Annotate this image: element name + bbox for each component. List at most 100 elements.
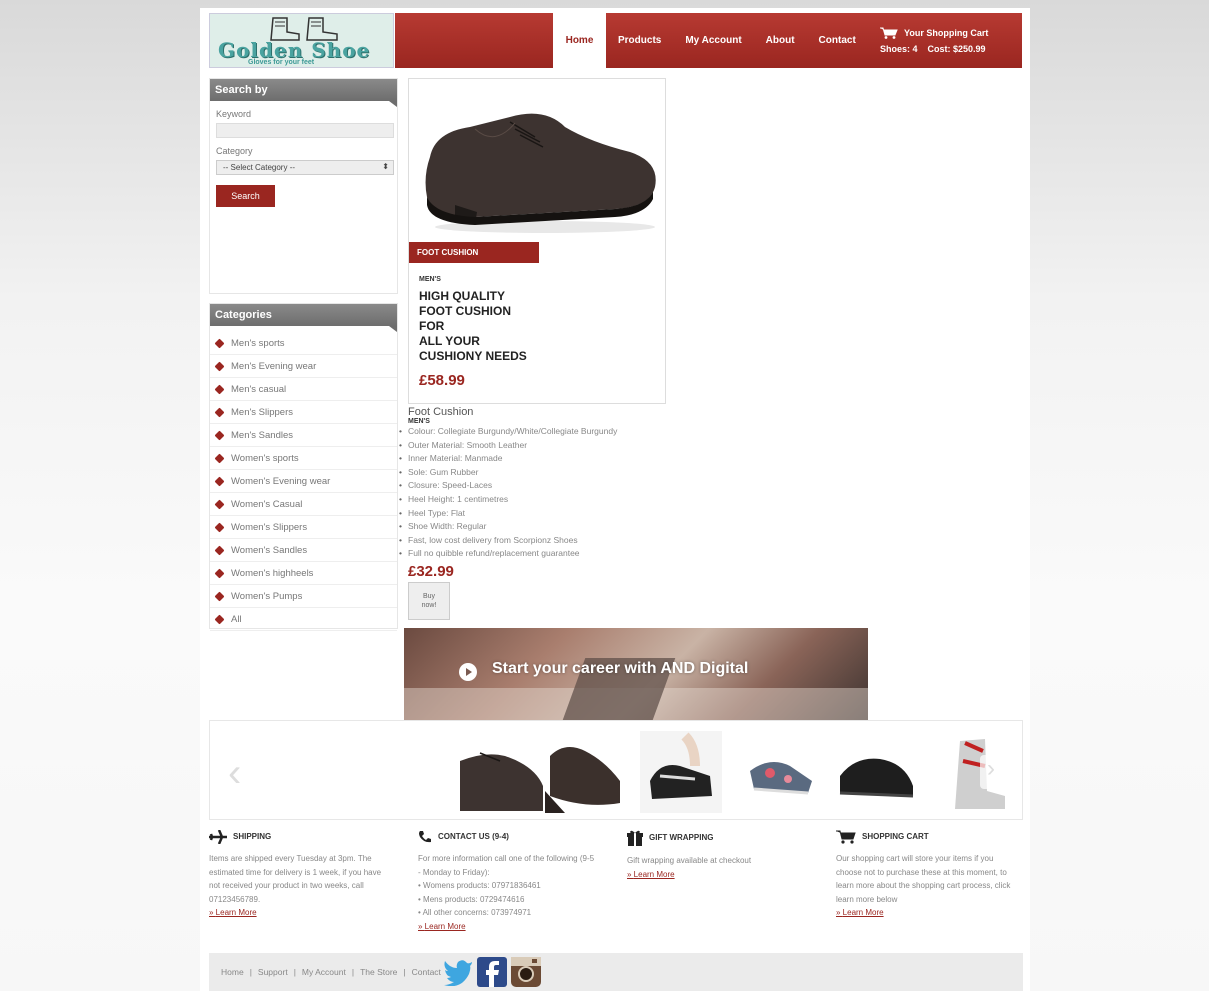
carousel-thumb-4[interactable] [740, 731, 822, 813]
category-item[interactable]: Women's Evening wear [210, 470, 397, 493]
details-gender: MEN'S [408, 418, 430, 425]
cart-icon [880, 27, 898, 39]
facebook-icon[interactable] [476, 957, 507, 987]
product-badge: FOOT CUSHION [409, 242, 539, 263]
video-title: Start your career with AND Digital [492, 660, 749, 677]
cart-summary: Shoes: 4 Cost: $250.99 [880, 44, 986, 54]
twitter-icon[interactable] [443, 958, 473, 986]
footer-link-support[interactable]: Support [258, 967, 288, 977]
info-shipping: SHIPPING Items are shipped every Tuesday… [209, 830, 394, 920]
gift-learn-more[interactable]: Learn More [627, 868, 807, 882]
shopping-cart-icon [836, 830, 856, 844]
category-label: Women's sports [231, 452, 299, 464]
shipping-heading: SHIPPING [233, 832, 272, 842]
nav-home[interactable]: Home [553, 13, 606, 68]
nav-contact[interactable]: Contact [819, 35, 856, 46]
info-cart: SHOPPING CART Our shopping cart will sto… [836, 830, 1021, 920]
buy-now-button[interactable]: Buy now! [408, 581, 450, 620]
category-item[interactable]: Men's Sandles [210, 424, 397, 447]
category-item[interactable]: Women's Slippers [210, 516, 397, 539]
search-button[interactable]: Search [216, 185, 275, 207]
gift-heading: GIFT WRAPPING [649, 833, 714, 843]
category-label: All [231, 613, 242, 625]
category-item[interactable]: Men's Evening wear [210, 355, 397, 378]
search-heading: Search by [210, 79, 397, 107]
footer-link-contact[interactable]: Contact [412, 967, 441, 977]
category-item[interactable]: Women's highheels [210, 562, 397, 585]
spec-list: Colour: Collegiate Burgundy/White/Colleg… [399, 425, 708, 561]
nav-products[interactable]: Products [618, 35, 661, 46]
contact-text: For more information call one of the fol… [418, 854, 595, 877]
category-label: Women's Slippers [231, 521, 308, 533]
spec-item: Closure: Speed-Laces [399, 479, 708, 493]
carousel-thumb-3[interactable] [640, 731, 722, 813]
spec-item: Shoe Width: Regular [399, 520, 708, 534]
product-details: Foot Cushion MEN'S Colour: Collegiate Bu… [399, 406, 708, 620]
category-item[interactable]: Men's sports [210, 332, 397, 355]
cart-learn-more[interactable]: Learn More [836, 906, 1021, 920]
footer-bar: Home | Support | My Account | The Store | Co… [209, 953, 1023, 991]
shipping-learn-more[interactable]: Learn More [209, 906, 394, 920]
video-banner[interactable]: Start your career with AND Digital [404, 628, 868, 720]
category-item[interactable]: Women's Sandles [210, 539, 397, 562]
bullet-icon [214, 522, 225, 532]
info-contact: CONTACT US (9-4) For more information ca… [418, 830, 598, 933]
category-label: Women's highheels [231, 567, 314, 579]
carousel-thumb-1[interactable] [455, 731, 545, 813]
carousel-prev-icon[interactable]: ‹ [228, 751, 241, 796]
category-item[interactable]: Women's Pumps [210, 585, 397, 608]
category-item[interactable]: Men's Slippers [210, 401, 397, 424]
contact-learn-more[interactable]: Learn More [418, 920, 598, 934]
bullet-icon [214, 499, 225, 509]
gift-icon [627, 830, 643, 846]
play-icon[interactable] [459, 663, 477, 681]
nav-about[interactable]: About [766, 35, 795, 46]
bullet-icon [214, 384, 225, 394]
footer-link-store[interactable]: The Store [360, 967, 397, 977]
bullet-icon [214, 591, 225, 601]
instagram-icon[interactable] [510, 957, 541, 987]
category-label: Women's Pumps [231, 590, 303, 602]
bullet-icon [214, 568, 225, 578]
category-label: Women's Sandles [231, 544, 308, 556]
product-price: £58.99 [419, 372, 465, 389]
search-panel: Search by Keyword Category -- Select Cat… [209, 78, 398, 294]
product-card[interactable]: FOOT CUSHION MEN'S HIGH QUALITY FOOT CUS… [408, 78, 666, 404]
category-item[interactable]: All [210, 608, 397, 631]
spec-item: Outer Material: Smooth Leather [399, 439, 708, 453]
product-title: HIGH QUALITY FOOT CUSHION FOR ALL YOUR C… [419, 289, 527, 363]
carousel-next-icon[interactable]: › [980, 755, 1002, 789]
product-gender: MEN'S [419, 276, 441, 283]
header-cart[interactable]: Your Shopping Cart Shoes: 4 Cost: $250.9… [872, 13, 1022, 68]
category-label: Men's Sandles [231, 429, 294, 441]
logo-tagline: Gloves for your feet [248, 59, 315, 66]
phone-icon [419, 831, 431, 843]
carousel-thumb-2[interactable] [545, 731, 625, 813]
cart-heading: SHOPPING CART [862, 832, 929, 842]
site-logo[interactable]: Golden Shoe Gloves for your feet [209, 13, 394, 68]
category-select[interactable]: -- Select Category -- ⬍ [216, 160, 394, 175]
spec-item: Heel Type: Flat [399, 507, 708, 521]
footer-link-home[interactable]: Home [221, 967, 244, 977]
category-label: Men's casual [231, 383, 287, 395]
category-item[interactable]: Men's casual [210, 378, 397, 401]
bullet-icon [214, 361, 225, 371]
keyword-label: Keyword [216, 109, 252, 119]
category-label: Men's sports [231, 337, 285, 349]
gift-text: Gift wrapping available at checkout [627, 856, 752, 865]
nav-my-account[interactable]: My Account [685, 35, 741, 46]
bullet-icon [214, 338, 225, 348]
spec-item: Inner Material: Manmade [399, 452, 708, 466]
details-price: £32.99 [408, 562, 454, 580]
category-item[interactable]: Women's Casual [210, 493, 397, 516]
footer-link-my-account[interactable]: My Account [302, 967, 346, 977]
keyword-input[interactable] [216, 123, 394, 138]
categories-heading: Categories [210, 304, 397, 332]
cart-label: Your Shopping Cart [904, 28, 989, 38]
spec-item: Fast, low cost delivery from Scorpionz S… [399, 534, 708, 548]
info-gift: GIFT WRAPPING Gift wrapping available at… [627, 830, 807, 881]
category-item[interactable]: Women's sports [210, 447, 397, 470]
shoe-image [425, 113, 656, 233]
carousel-thumb-5[interactable] [835, 731, 917, 813]
contact-item: Mens products: 0729474616 [418, 893, 598, 907]
